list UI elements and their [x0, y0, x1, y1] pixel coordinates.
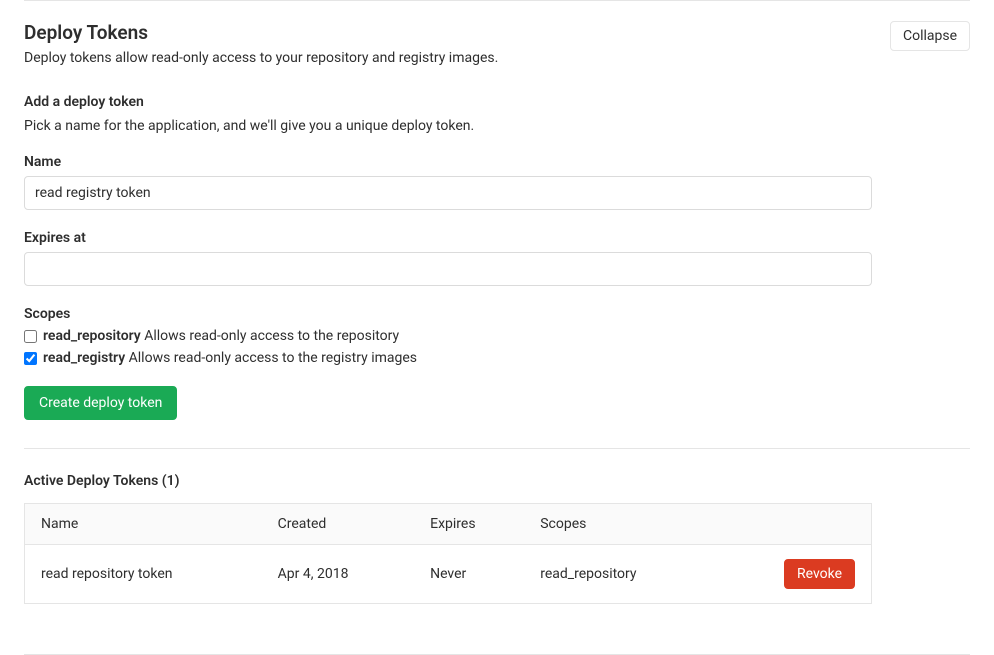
table-header-row: Name Created Expires Scopes [25, 504, 872, 545]
scope-text: read_repository Allows read-only access … [43, 328, 399, 344]
section-title-block: Deploy Tokens Deploy tokens allow read-o… [24, 21, 890, 94]
section-header: Deploy Tokens Deploy tokens allow read-o… [24, 1, 970, 94]
add-token-section: Add a deploy token Pick a name for the a… [24, 94, 970, 420]
page-description: Deploy tokens allow read-only access to … [24, 50, 890, 66]
revoke-button[interactable]: Revoke [784, 559, 855, 589]
scopes-label: Scopes [24, 306, 970, 322]
scope-row-read-repository: read_repository Allows read-only access … [24, 328, 970, 344]
expires-input[interactable] [24, 252, 872, 286]
name-input[interactable] [24, 176, 872, 210]
cell-expires: Never [414, 545, 524, 604]
expires-field-group: Expires at [24, 230, 970, 286]
add-token-desc: Pick a name for the application, and we'… [24, 118, 970, 134]
scope-row-read-registry: read_registry Allows read-only access to… [24, 350, 970, 366]
cell-created: Apr 4, 2018 [262, 545, 414, 604]
active-tokens-section: Active Deploy Tokens (1) Name Created Ex… [24, 473, 970, 604]
expires-label: Expires at [24, 230, 970, 246]
scopes-field-group: Scopes read_repository Allows read-only … [24, 306, 970, 366]
name-field-group: Name [24, 154, 970, 210]
collapse-button[interactable]: Collapse [890, 21, 970, 51]
active-tokens-heading: Active Deploy Tokens (1) [24, 473, 970, 489]
col-header-scopes: Scopes [524, 504, 761, 545]
col-header-expires: Expires [414, 504, 524, 545]
divider-mid [24, 448, 970, 449]
cell-scopes: read_repository [524, 545, 761, 604]
cell-name: read repository token [25, 545, 262, 604]
scope-text: read_registry Allows read-only access to… [43, 350, 417, 366]
scope-name: read_repository [43, 328, 141, 344]
col-header-name: Name [25, 504, 262, 545]
add-token-heading: Add a deploy token [24, 94, 970, 110]
table-row: read repository token Apr 4, 2018 Never … [25, 545, 872, 604]
scope-desc: Allows read-only access to the repositor… [144, 328, 399, 344]
col-header-action [761, 504, 871, 545]
create-deploy-token-button[interactable]: Create deploy token [24, 386, 177, 420]
active-tokens-table: Name Created Expires Scopes read reposit… [24, 503, 872, 604]
create-button-wrap: Create deploy token [24, 386, 970, 420]
scope-checkbox-read-repository[interactable] [24, 330, 37, 343]
col-header-created: Created [262, 504, 414, 545]
scope-checkbox-read-registry[interactable] [24, 352, 37, 365]
scope-name: read_registry [43, 350, 125, 366]
name-label: Name [24, 154, 970, 170]
scope-desc: Allows read-only access to the registry … [129, 350, 417, 366]
page-title: Deploy Tokens [24, 21, 890, 44]
cell-action: Revoke [761, 545, 871, 604]
